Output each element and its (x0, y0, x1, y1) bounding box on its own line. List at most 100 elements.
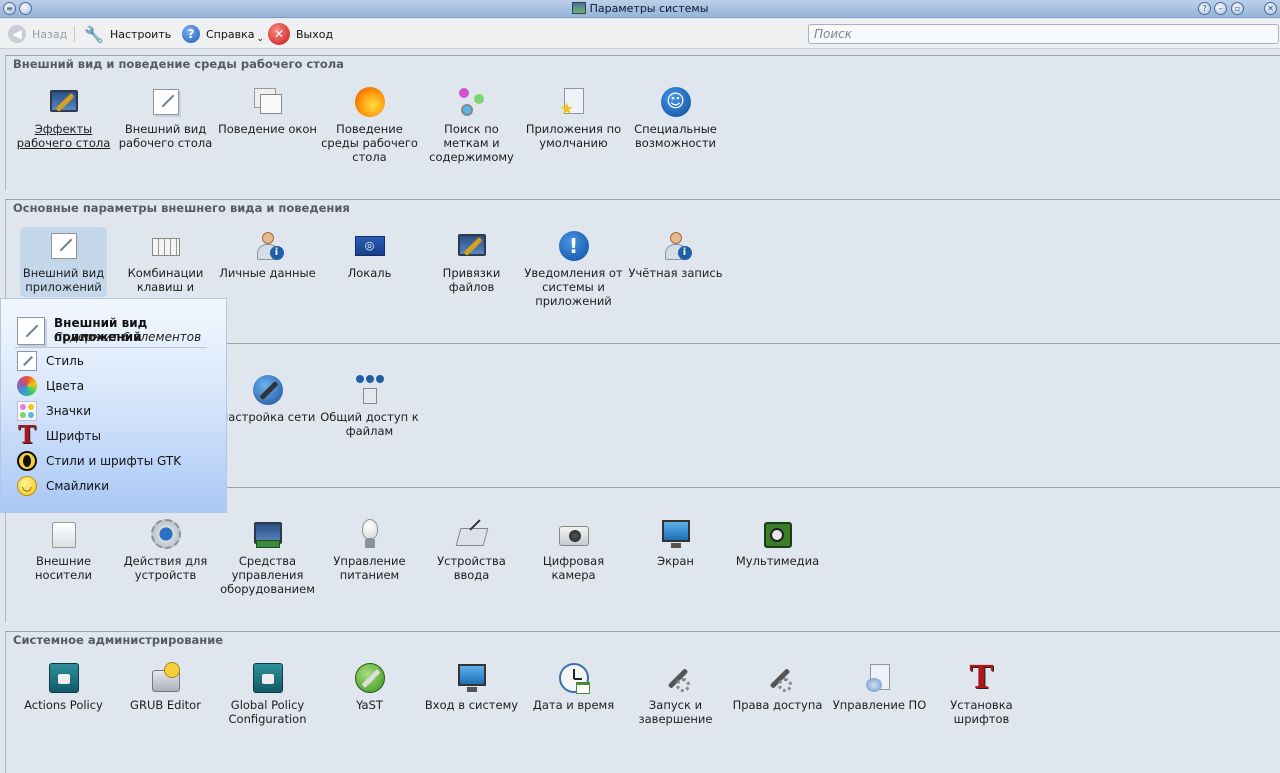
popup-item-style[interactable]: Стиль (16, 350, 84, 372)
help-icon: ? (182, 25, 200, 43)
system-settings-icon (571, 2, 586, 14)
login-screen-icon (456, 662, 488, 694)
colors-icon (16, 375, 38, 397)
popup-subtitle: Содержит 6 элементов (54, 330, 202, 344)
item-notifications[interactable]: ! Уведомления от системы и приложений (522, 230, 625, 308)
item-workspace-behavior[interactable]: Поведение среды рабочего стола (318, 86, 421, 164)
popup-item-fonts[interactable]: T Шрифты (16, 420, 101, 449)
item-login-screen[interactable]: Вход в систему (420, 662, 523, 712)
locale-flag-icon: ◎ (354, 230, 386, 262)
popup-item-emoticons[interactable]: ◡ Смайлики (16, 475, 109, 497)
item-software-management[interactable]: Управление ПО (828, 662, 931, 712)
permissions-icon (762, 662, 794, 694)
category-popup: Внешний вид приложений Содержит 6 элемен… (0, 298, 227, 513)
window-behavior-icon (252, 86, 284, 118)
item-application-appearance[interactable]: Внешний вид приложений (12, 227, 115, 297)
group-system-administration: Системное администрирование Actions Poli… (5, 631, 1280, 773)
personal-info-icon: i (252, 230, 284, 262)
item-yast[interactable]: YaST (318, 662, 421, 712)
back-arrow-icon: ◀ (8, 25, 26, 43)
item-default-applications[interactable]: ★ Приложения по умолчанию (522, 86, 625, 150)
item-window-behavior[interactable]: Поведение окон (216, 86, 319, 136)
input-devices-icon (455, 518, 488, 550)
style-icon (16, 350, 38, 372)
application-appearance-icon (17, 317, 47, 345)
gtk-icon (16, 450, 38, 472)
item-workspace-appearance[interactable]: Внешний вид рабочего стола (114, 86, 217, 150)
notifications-icon: ! (558, 230, 590, 262)
item-file-associations[interactable]: Привязки файлов (420, 230, 523, 294)
toolbar-separator (74, 26, 75, 42)
popup-divider (15, 347, 207, 348)
item-input-devices[interactable]: Устройства ввода (420, 518, 523, 582)
maximize-icon[interactable]: ▫ (1231, 2, 1244, 15)
item-font-installer[interactable]: T Установка шрифтов (930, 658, 1033, 726)
shortcuts-icon (150, 230, 182, 262)
hardware-management-icon (252, 518, 284, 550)
group-workspace-appearance: Внешний вид и поведение среды рабочего с… (5, 55, 1280, 190)
item-hardware-management[interactable]: Средства управления оборудованием (216, 518, 319, 596)
item-display[interactable]: Экран (624, 518, 727, 568)
font-installer-icon: T (969, 658, 994, 696)
desktop-effects-icon (48, 86, 80, 118)
search-input[interactable] (808, 24, 1279, 44)
device-actions-icon (150, 518, 182, 550)
icons-icon (16, 400, 38, 422)
item-global-policy[interactable]: Global Policy Configuration (216, 662, 319, 726)
minimize-icon[interactable]: – (1214, 2, 1227, 15)
help-menu-button[interactable]: ? Справка ⌄ (182, 22, 264, 46)
item-shortcuts[interactable]: Комбинации клавиш и (114, 230, 217, 294)
power-management-icon (354, 518, 386, 550)
item-locale[interactable]: ◎ Локаль (318, 230, 421, 280)
yast-icon (354, 662, 386, 694)
emoticons-icon: ◡ (16, 475, 38, 497)
item-removable-devices[interactable]: Внешние носители (12, 518, 115, 582)
item-desktop-effects[interactable]: Эффекты рабочего стола (12, 86, 115, 150)
item-network-settings[interactable]: Настройка сети (216, 374, 319, 424)
desktop-search-icon (456, 86, 488, 118)
configure-button[interactable]: 🔧 Настроить (84, 22, 171, 46)
startup-shutdown-icon (660, 662, 692, 694)
popup-item-icons[interactable]: Значки (16, 400, 91, 422)
back-button[interactable]: ◀ Назад (8, 22, 67, 46)
item-file-sharing[interactable]: Общий доступ к файлам (318, 374, 421, 438)
item-startup-shutdown[interactable]: Запуск и завершение (624, 662, 727, 726)
default-applications-icon: ★ (558, 86, 590, 118)
digital-camera-icon (558, 518, 590, 550)
fonts-icon: T (18, 420, 36, 449)
item-actions-policy[interactable]: Actions Policy (12, 662, 115, 712)
item-grub-editor[interactable]: GRUB Editor (114, 662, 217, 712)
help-icon[interactable]: ? (1198, 2, 1211, 15)
item-power-management[interactable]: Управление питанием (318, 518, 421, 582)
group-title: Основные параметры внешнего вида и повед… (13, 201, 350, 215)
item-multimedia[interactable]: Мультимедиа (726, 518, 829, 568)
item-permissions[interactable]: Права доступа (726, 662, 829, 712)
chevron-down-icon: ⌄ (256, 34, 265, 44)
configure-wrench-icon: 🔧 (84, 24, 104, 44)
date-time-icon (558, 662, 590, 694)
workspace-behavior-icon (354, 86, 386, 118)
popup-item-gtk[interactable]: Стили и шрифты GTK (16, 450, 181, 472)
software-management-icon (864, 662, 896, 694)
file-associations-icon (456, 230, 488, 262)
title-bar: ≡ Параметры системы ? – ▫ ✕ (0, 0, 1280, 18)
group-title: Системное администрирование (13, 633, 224, 647)
item-personal-info[interactable]: i Личные данные (216, 230, 319, 280)
item-date-time[interactable]: Дата и время (522, 662, 625, 712)
item-accessibility[interactable]: ☺ Специальные возможности (624, 86, 727, 150)
item-desktop-search[interactable]: Поиск по меткам и содержимому (420, 86, 523, 164)
file-sharing-icon (354, 374, 386, 406)
window-title: Параметры системы (0, 1, 1280, 16)
item-account[interactable]: i Учётная запись (624, 230, 727, 280)
application-appearance-icon (48, 230, 80, 262)
network-settings-icon (252, 374, 284, 406)
removable-devices-icon (48, 518, 80, 550)
popup-item-colors[interactable]: Цвета (16, 375, 84, 397)
quit-icon: ✕ (268, 23, 290, 45)
grub-editor-icon (150, 662, 182, 694)
item-digital-camera[interactable]: Цифровая камера (522, 518, 625, 582)
item-device-actions[interactable]: Действия для устройств (114, 518, 217, 582)
close-icon[interactable]: ✕ (1264, 2, 1277, 15)
quit-button[interactable]: ✕ Выход (268, 22, 333, 46)
group-title: Внешний вид и поведение среды рабочего с… (13, 57, 344, 71)
